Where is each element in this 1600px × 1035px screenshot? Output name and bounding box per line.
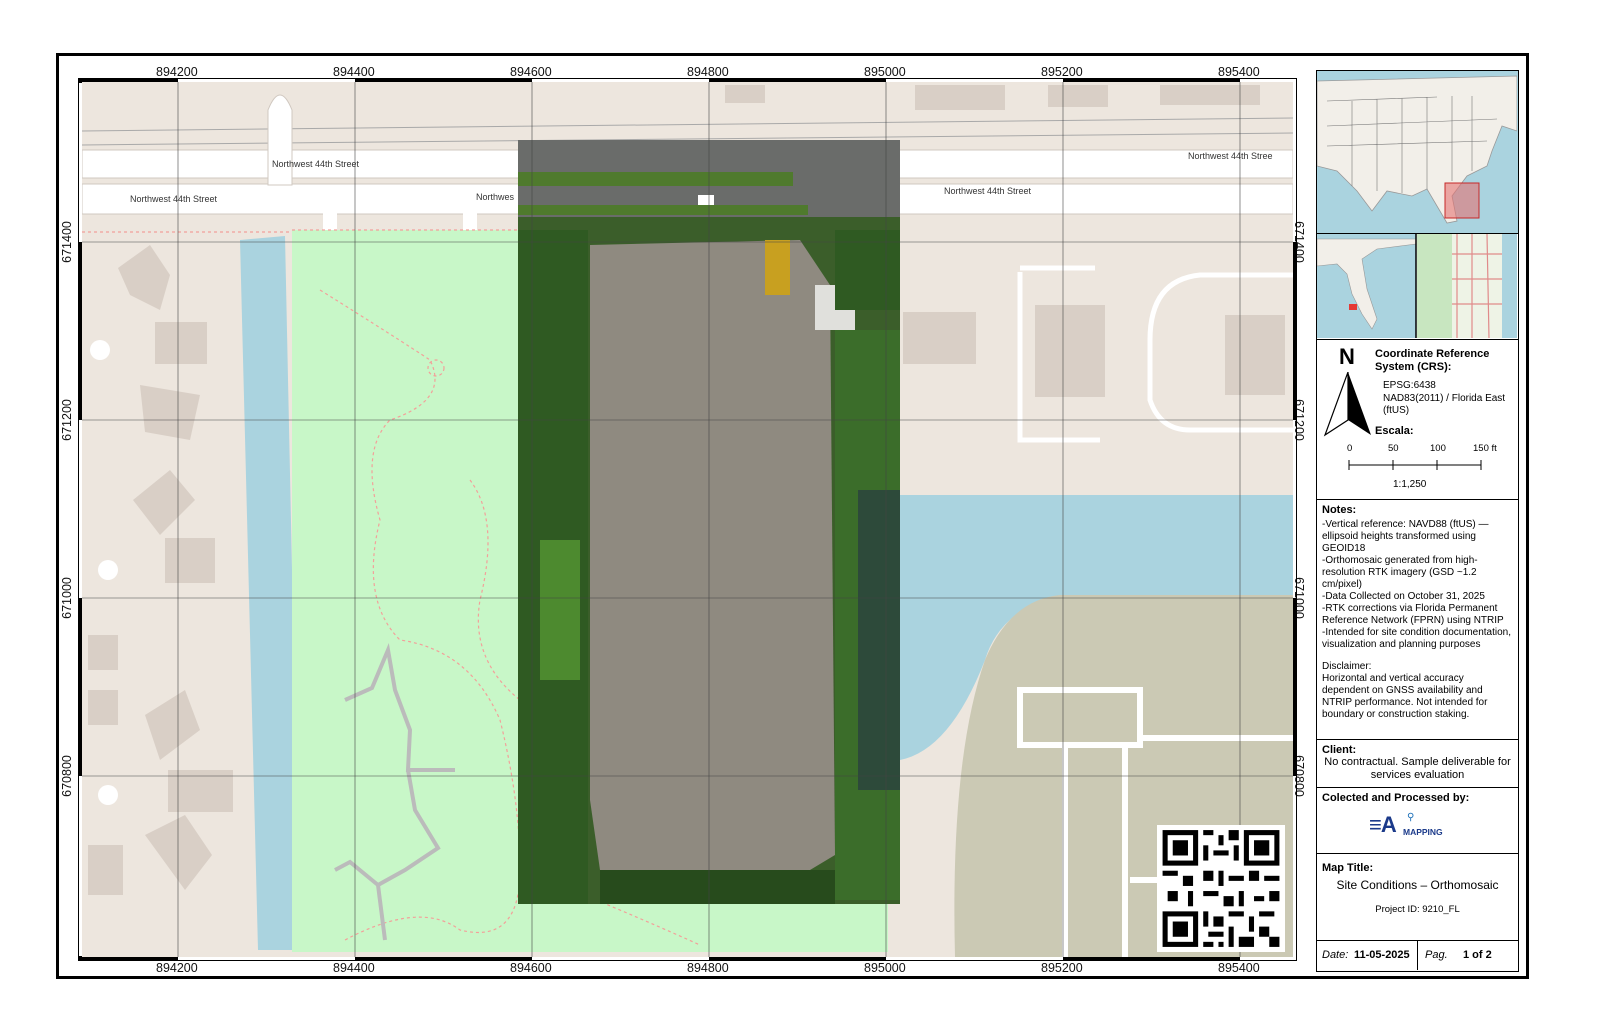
scale-bar xyxy=(1348,460,1482,470)
date-label: Date: xyxy=(1322,949,1349,961)
scale-tick-label: 0 xyxy=(1347,443,1353,454)
map-title-section: Map Title: Site Conditions – Orthomosaic… xyxy=(1317,854,1518,941)
crs-title: Coordinate Reference System (CRS): xyxy=(1375,348,1490,373)
grid-x-label: 895400 xyxy=(1218,65,1260,79)
grid-x-label: 895000 xyxy=(864,961,906,975)
grid-y-label: 670800 xyxy=(59,755,74,797)
usa-map-image xyxy=(1317,71,1518,232)
qr-code-image xyxy=(1162,830,1280,947)
scale-title: Escala: xyxy=(1375,425,1414,437)
disclaimer-text: Horizontal and vertical accuracy depende… xyxy=(1322,673,1488,720)
notes-title: Notes: xyxy=(1322,504,1357,516)
street-label: Northwest 44th Street xyxy=(272,159,360,169)
grid-x-label: 894400 xyxy=(333,65,375,79)
logo-text: MAPPING xyxy=(1403,827,1443,837)
crs-name: NAD83(2011) / Florida East (ftUS) xyxy=(1383,393,1506,416)
pin-icon: ⚲ xyxy=(1407,812,1415,823)
date-value: 11-05-2025 xyxy=(1354,949,1410,961)
grid-x-label: 895200 xyxy=(1041,961,1083,975)
map-canvas[interactable]: Northwest 44th Street Northwest 44th Str… xyxy=(82,82,1293,957)
grid-x-label: 894200 xyxy=(156,961,198,975)
scale-tick-label: 150 ft xyxy=(1473,443,1497,454)
grid-x-label: 894600 xyxy=(510,65,552,79)
date-cell: Date: 11-05-2025 xyxy=(1317,941,1418,970)
grid-x-label: 894800 xyxy=(687,961,729,975)
client-title: Client: xyxy=(1322,744,1357,756)
page-value: 1 of 2 xyxy=(1463,949,1492,961)
grid-y-label: 671000 xyxy=(59,577,74,619)
map-title-label: Map Title: xyxy=(1322,862,1374,874)
scale-tick-label: 50 xyxy=(1388,443,1399,454)
crs-code: EPSG:6438 xyxy=(1383,380,1436,391)
street-label: Northwest 44th Street xyxy=(944,186,1032,196)
north-arrow-icon xyxy=(1323,372,1371,437)
basemap xyxy=(82,82,1293,957)
grid-x-label: 895000 xyxy=(864,65,906,79)
qr-code[interactable] xyxy=(1157,825,1285,952)
note-line: -Intended for site condition documentati… xyxy=(1322,627,1512,650)
note-line: -Data Collected on October 31, 2025 xyxy=(1322,591,1485,602)
grid-x-label: 895200 xyxy=(1041,65,1083,79)
note-line: -Orthomosaic generated from high-resolut… xyxy=(1322,555,1478,590)
scale-tick-label: 100 xyxy=(1430,443,1446,454)
collected-section: Colected and Processed by: ≡A ⚲ MAPPING xyxy=(1317,788,1518,854)
client-section: Client: No contractual. Sample deliverab… xyxy=(1317,740,1518,788)
grid-x-label: 894800 xyxy=(687,65,729,79)
scale-ratio: 1:1,250 xyxy=(1393,479,1427,490)
grid-x-label: 894200 xyxy=(156,65,198,79)
locator-maps-regional[interactable] xyxy=(1317,234,1518,340)
street-label: Northwes xyxy=(476,192,515,202)
logo-mark-icon: ≡A xyxy=(1369,812,1397,837)
regional-map-image xyxy=(1317,234,1517,339)
company-logo: ≡A ⚲ MAPPING xyxy=(1369,812,1469,842)
grid-y-label: 671400 xyxy=(59,221,74,263)
page-label: Pag. xyxy=(1425,949,1448,961)
grid-y-label: 671200 xyxy=(59,399,74,441)
collected-title: Colected and Processed by: xyxy=(1322,792,1470,804)
grid-x-label: 894600 xyxy=(510,961,552,975)
legend-panel: N Coordinate Reference System (CRS): EPS… xyxy=(1316,70,1519,972)
grid-x-label: 895400 xyxy=(1218,961,1260,975)
grid-x-label: 894400 xyxy=(333,961,375,975)
street-label: Northwest 44th Stree xyxy=(1188,151,1273,161)
notes-section: Notes: -Vertical reference: NAVD88 (ftUS… xyxy=(1317,500,1518,740)
note-line: -Vertical reference: NAVD88 (ftUS) — ell… xyxy=(1322,519,1489,554)
crs-scale-section: N Coordinate Reference System (CRS): EPS… xyxy=(1317,340,1518,500)
project-id: Project ID: 9210_FL xyxy=(1375,904,1460,915)
disclaimer-title: Disclaimer: xyxy=(1322,661,1372,672)
locator-map-usa[interactable] xyxy=(1317,71,1518,234)
client-text: No contractual. Sample deliverable for s… xyxy=(1324,756,1511,781)
footer-section: Date: 11-05-2025 Pag. 1 of 2 xyxy=(1317,941,1518,970)
street-label: Northwest 44th Street xyxy=(130,194,218,204)
map-title-text: Site Conditions – Orthomosaic xyxy=(1336,878,1499,892)
note-line: -RTK corrections via Florida Permanent R… xyxy=(1322,603,1504,626)
north-letter: N xyxy=(1339,344,1355,369)
